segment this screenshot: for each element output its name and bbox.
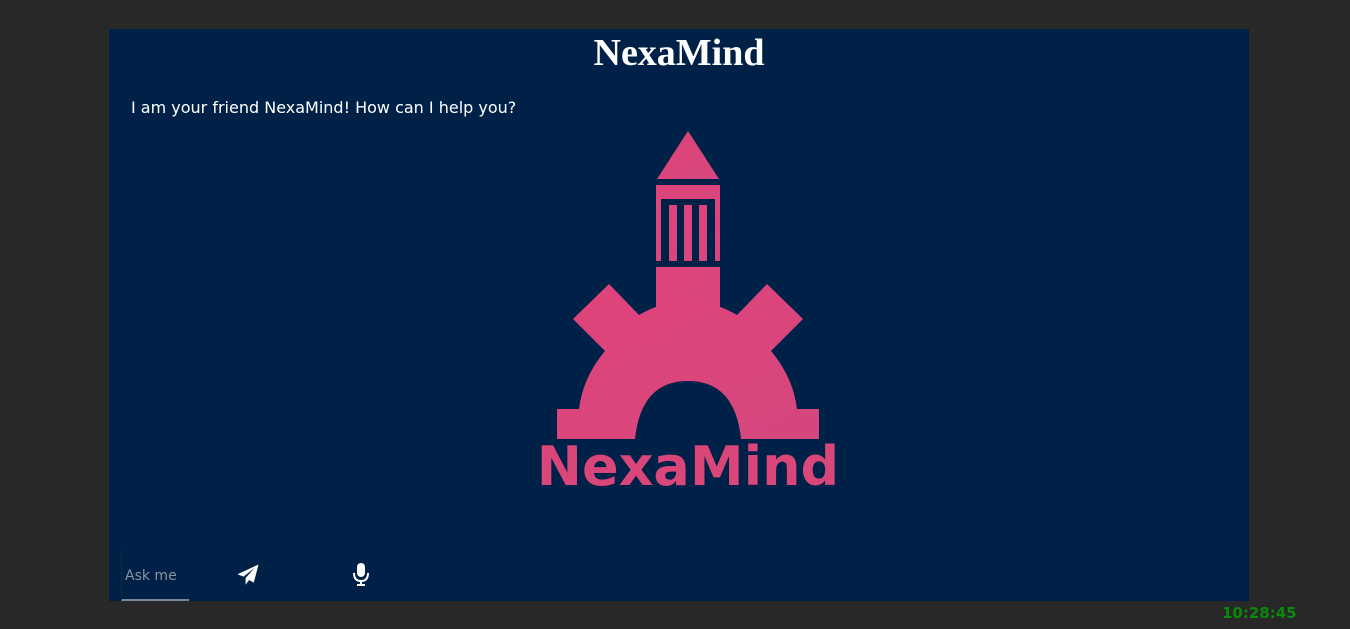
clock: 10:28:45 bbox=[1222, 604, 1297, 622]
send-button[interactable] bbox=[236, 563, 260, 587]
ask-input-wrapper bbox=[121, 551, 189, 601]
paper-plane-icon bbox=[237, 564, 259, 585]
nexamind-logo: NexaMind bbox=[509, 129, 849, 491]
chat-panel: NexaMind I am your friend NexaMind! How … bbox=[109, 29, 1249, 601]
nexamind-logo-graphic: NexaMind bbox=[537, 131, 839, 491]
bot-message: I am your friend NexaMind! How can I hel… bbox=[131, 98, 517, 117]
logo-wordmark: NexaMind bbox=[537, 435, 839, 491]
app-title: NexaMind bbox=[593, 32, 765, 74]
ask-input[interactable] bbox=[125, 564, 187, 588]
mic-button[interactable] bbox=[352, 562, 370, 588]
microphone-icon bbox=[353, 563, 369, 586]
